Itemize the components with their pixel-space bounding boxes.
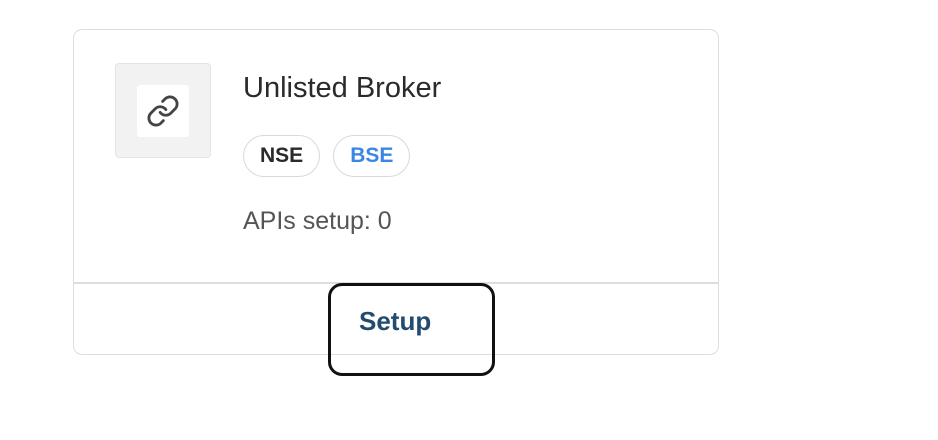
apis-setup-count: APIs setup: 0 (243, 207, 392, 235)
exchange-badge-nse: NSE (243, 135, 321, 177)
exchange-badge-bse: BSE (333, 135, 411, 177)
broker-card: Unlisted Broker NSE BSE APIs setup: 0 Se… (73, 29, 719, 376)
setup-button[interactable]: Setup (328, 283, 495, 376)
broker-logo-inner (137, 85, 189, 137)
exchange-badges: NSE BSE (243, 135, 411, 177)
broker-name: Unlisted Broker (243, 72, 442, 104)
broker-logo (115, 63, 211, 158)
link-icon (147, 95, 179, 127)
setup-button-label: Setup (359, 306, 432, 336)
